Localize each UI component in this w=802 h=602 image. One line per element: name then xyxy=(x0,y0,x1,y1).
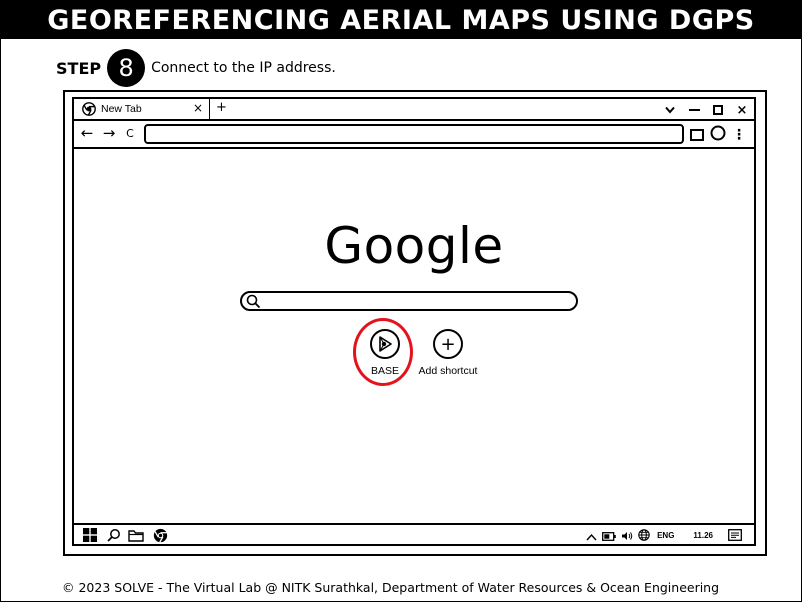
back-button[interactable]: ← xyxy=(78,124,96,142)
google-search-input[interactable] xyxy=(240,291,578,311)
taskbar: ENG 11.26 xyxy=(74,523,754,544)
google-logo: Google xyxy=(324,217,504,275)
page-title: GEOREFERENCING AERIAL MAPS USING DGPS xyxy=(1,1,801,39)
tab-new-tab[interactable]: New Tab × xyxy=(74,99,210,119)
browser-window: New Tab × + × ← → C ⋮ Google BASE + Add … xyxy=(72,97,756,546)
shortcut-label: Add shortcut xyxy=(418,365,478,377)
toolbar-right: ⋮ xyxy=(690,125,746,145)
language-indicator[interactable]: ENG xyxy=(657,531,674,540)
chrome-favicon-icon xyxy=(82,102,96,116)
address-bar[interactable] xyxy=(144,124,684,144)
volume-icon[interactable] xyxy=(621,526,633,545)
browser-toolbar: ← → C ⋮ xyxy=(74,121,754,149)
extensions-icon[interactable] xyxy=(690,126,704,145)
window-controls: × xyxy=(664,101,748,119)
new-tab-button[interactable]: + xyxy=(216,100,227,115)
search-icon xyxy=(246,294,261,309)
tab-strip: New Tab × + × xyxy=(74,99,754,121)
profile-icon[interactable] xyxy=(710,125,726,145)
tab-close-button[interactable]: × xyxy=(193,101,203,115)
highlight-ring xyxy=(353,318,413,386)
close-window-button[interactable]: × xyxy=(736,103,748,118)
globe-icon[interactable] xyxy=(638,526,650,545)
add-shortcut-button[interactable]: + Add shortcut xyxy=(408,329,488,377)
battery-icon[interactable] xyxy=(602,526,616,545)
reload-button[interactable]: C xyxy=(121,124,139,142)
notification-icon[interactable] xyxy=(728,526,742,545)
chevron-down-icon[interactable] xyxy=(664,104,676,116)
step-instruction: Connect to the IP address. xyxy=(151,60,336,76)
tab-title: New Tab xyxy=(101,103,142,115)
step-number-badge: 8 xyxy=(107,49,146,87)
forward-button[interactable]: → xyxy=(100,124,118,142)
chrome-icon[interactable] xyxy=(152,527,168,543)
clock[interactable]: 11.26 xyxy=(693,531,713,540)
search-icon[interactable] xyxy=(106,527,122,543)
windows-start-icon[interactable] xyxy=(82,527,98,543)
menu-button[interactable]: ⋮ xyxy=(732,127,746,143)
step-label: STEP xyxy=(56,58,102,78)
new-tab-page: Google BASE + Add shortcut xyxy=(74,149,754,527)
maximize-icon[interactable] xyxy=(712,104,724,116)
minimize-icon[interactable] xyxy=(688,104,700,116)
system-tray: ENG 11.26 xyxy=(586,526,742,544)
folder-icon[interactable] xyxy=(128,527,144,543)
step-row: STEP 8 Connect to the IP address. xyxy=(56,49,336,87)
chevron-up-icon[interactable] xyxy=(586,526,597,545)
footer-credit: © 2023 SOLVE - The Virtual Lab @ NITK Su… xyxy=(62,580,720,595)
add-shortcut-icon: + xyxy=(433,329,463,359)
